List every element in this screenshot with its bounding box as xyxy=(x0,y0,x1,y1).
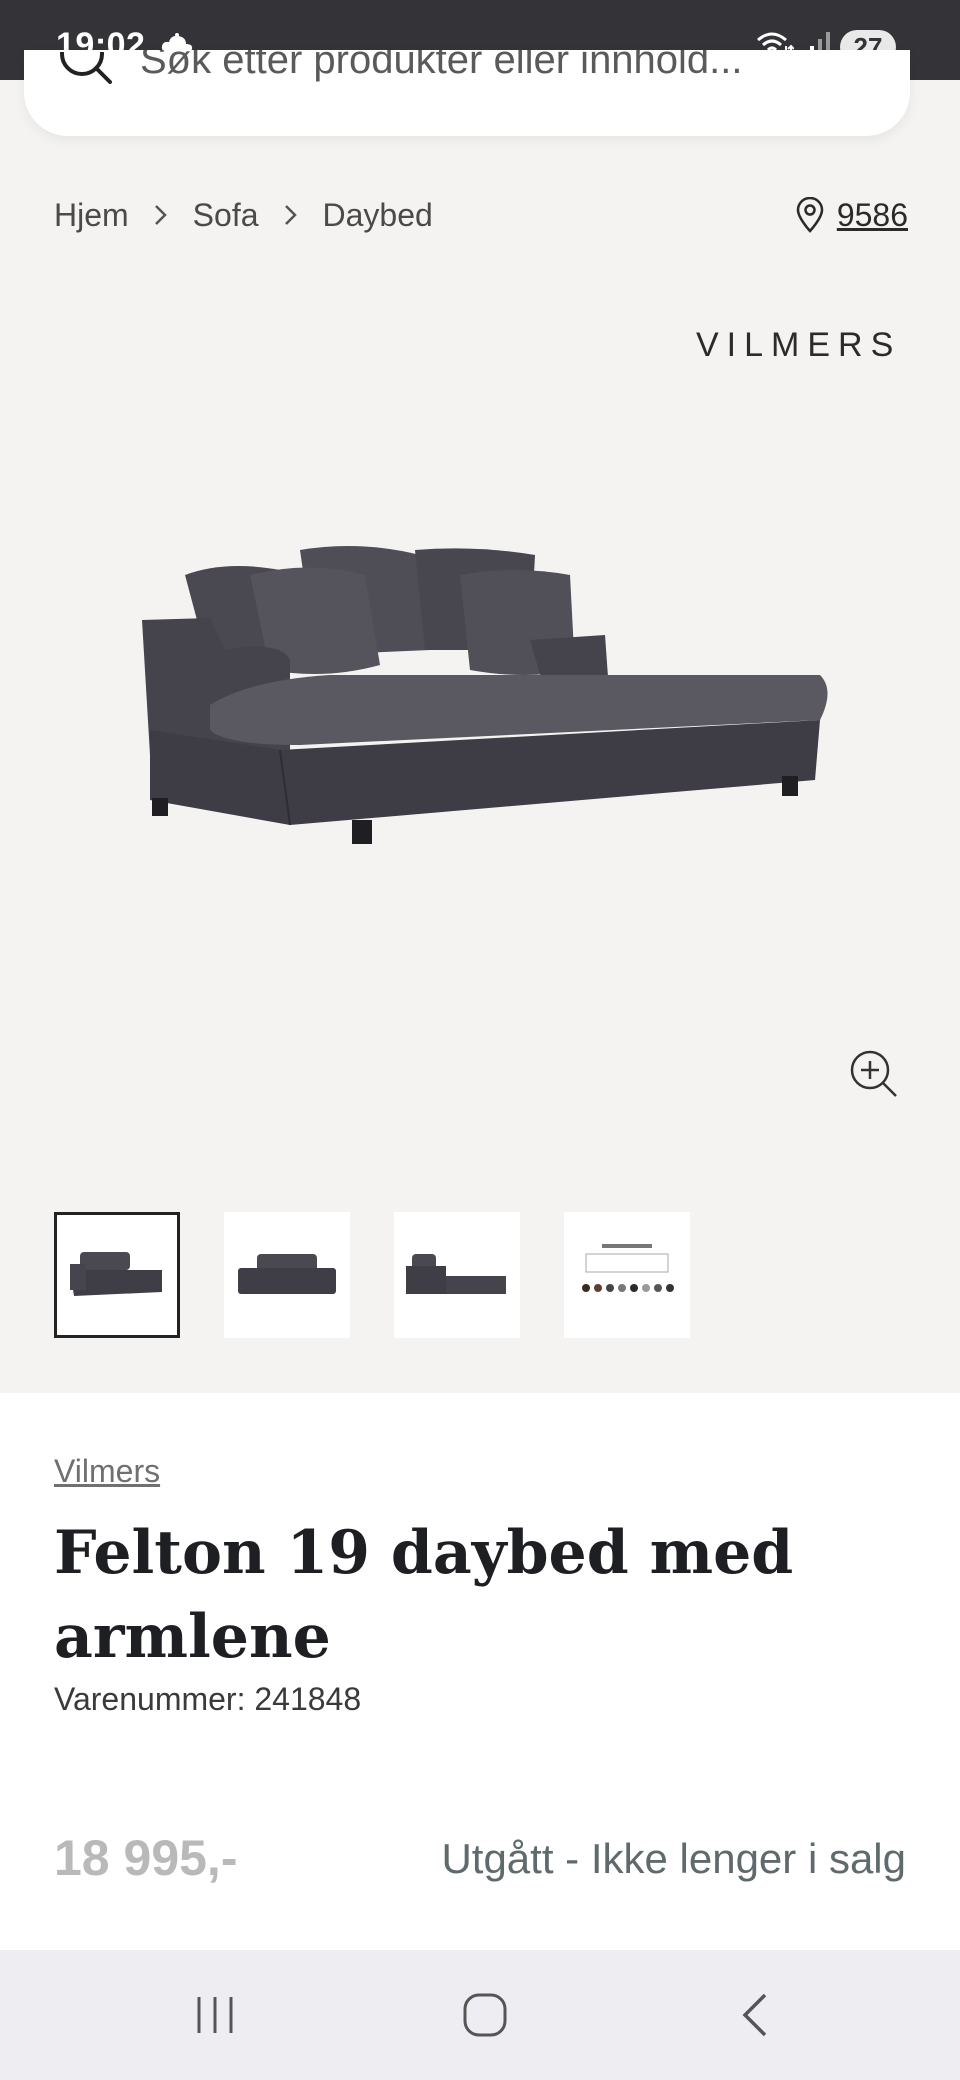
sku: Varenummer: 241848 xyxy=(54,1681,361,1718)
thumbnail-daybed-angle xyxy=(70,1252,162,1296)
chevron-right-icon xyxy=(259,200,323,230)
breadcrumb-sofa[interactable]: Sofa xyxy=(193,197,259,234)
home-button[interactable] xyxy=(450,1980,520,2050)
location-pin-icon xyxy=(796,197,824,233)
thumbnail-spec-sheet xyxy=(582,1244,674,1292)
store-number[interactable]: 9586 xyxy=(837,197,908,234)
availability-status: Utgått - Ikke lenger i salg xyxy=(441,1835,906,1882)
sku-label: Varenummer: xyxy=(54,1681,246,1717)
thumbnail-daybed-side xyxy=(406,1254,506,1294)
navigation-bar xyxy=(0,1950,960,2080)
thumbnail-strip xyxy=(54,1212,690,1338)
breadcrumb-home[interactable]: Hjem xyxy=(54,197,129,234)
back-button[interactable] xyxy=(720,1980,790,2050)
product-info: Vilmers Felton 19 daybed med armlene Var… xyxy=(0,1393,960,1950)
sku-value: 241848 xyxy=(254,1681,362,1717)
store-selector[interactable]: 9586 xyxy=(795,190,908,240)
back-icon xyxy=(742,1993,767,2037)
search-bar[interactable]: Søk etter produkter eller innhold... xyxy=(24,50,910,136)
brand-logo: VILMERS xyxy=(696,326,902,364)
zoom-in-icon[interactable] xyxy=(848,1048,900,1100)
breadcrumb: Hjem Sofa Daybed xyxy=(54,190,433,240)
thumbnail-3[interactable] xyxy=(394,1212,520,1338)
thumbnail-daybed-front xyxy=(238,1254,336,1294)
price: 18 995,- xyxy=(54,1830,238,1886)
recent-apps-icon xyxy=(197,1997,233,2033)
product-title: Felton 19 daybed med armlene xyxy=(54,1518,794,1672)
thumbnail-2[interactable] xyxy=(224,1212,350,1338)
search-input[interactable]: Søk etter produkter eller innhold... xyxy=(140,50,743,90)
product-image[interactable] xyxy=(130,530,830,910)
thumbnail-4[interactable] xyxy=(564,1212,690,1338)
home-icon xyxy=(463,1993,507,2037)
search-icon xyxy=(60,52,112,84)
breadcrumb-daybed[interactable]: Daybed xyxy=(323,197,433,234)
chevron-right-icon xyxy=(129,200,193,230)
brand-link[interactable]: Vilmers xyxy=(54,1453,160,1490)
thumbnail-1[interactable] xyxy=(54,1212,180,1338)
recent-apps-button[interactable] xyxy=(180,1980,250,2050)
